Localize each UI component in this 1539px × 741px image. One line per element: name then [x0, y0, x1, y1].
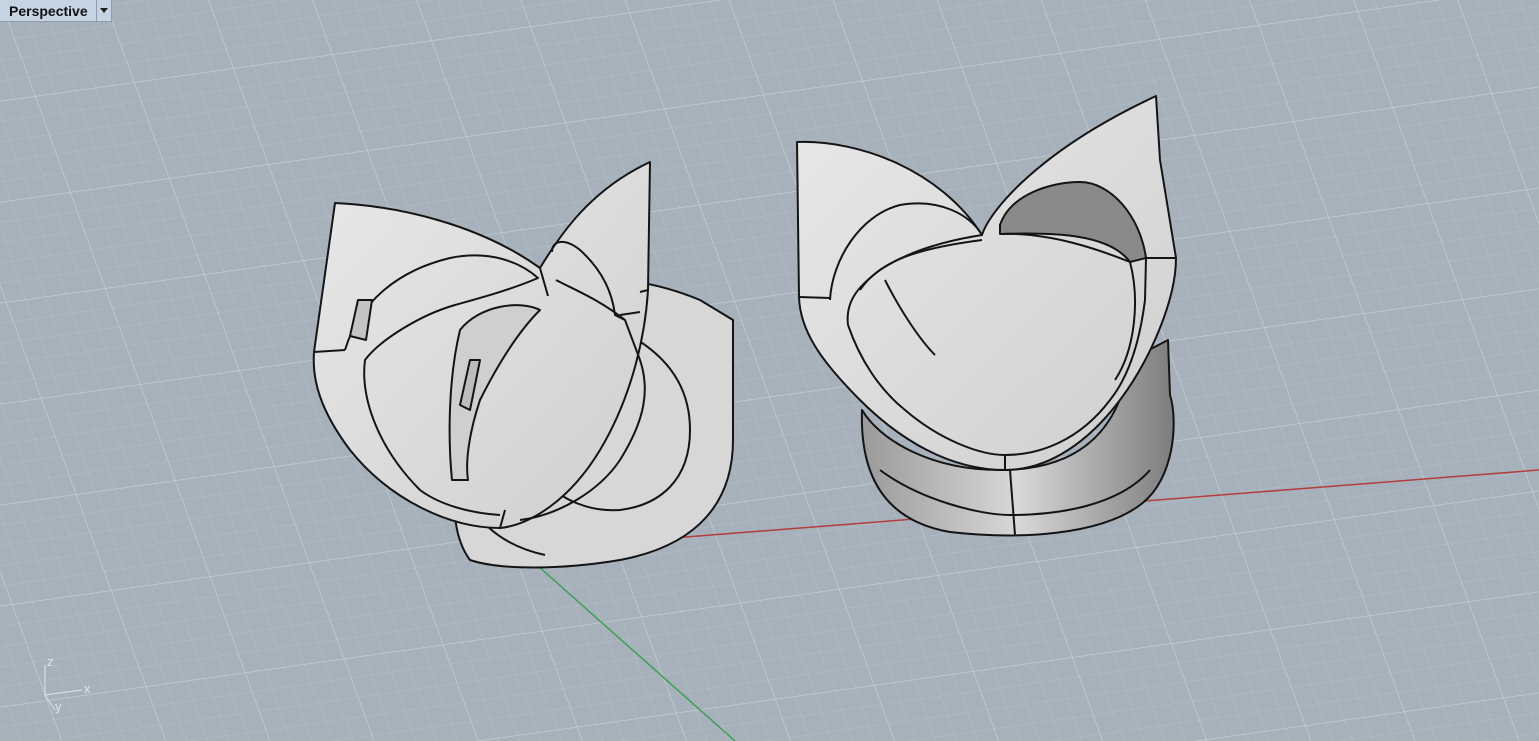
axis-label-x: x [84, 681, 91, 696]
axis-label-y: y [55, 699, 62, 714]
viewport-menu-button[interactable] [95, 0, 111, 21]
dropdown-triangle-icon [99, 8, 108, 13]
viewport-title-tab[interactable]: Perspective [0, 0, 112, 22]
viewport-canvas[interactable] [0, 0, 1539, 741]
perspective-viewport[interactable]: Perspective z x y [0, 0, 1539, 741]
viewport-title[interactable]: Perspective [0, 0, 96, 21]
axis-label-z: z [47, 654, 54, 669]
